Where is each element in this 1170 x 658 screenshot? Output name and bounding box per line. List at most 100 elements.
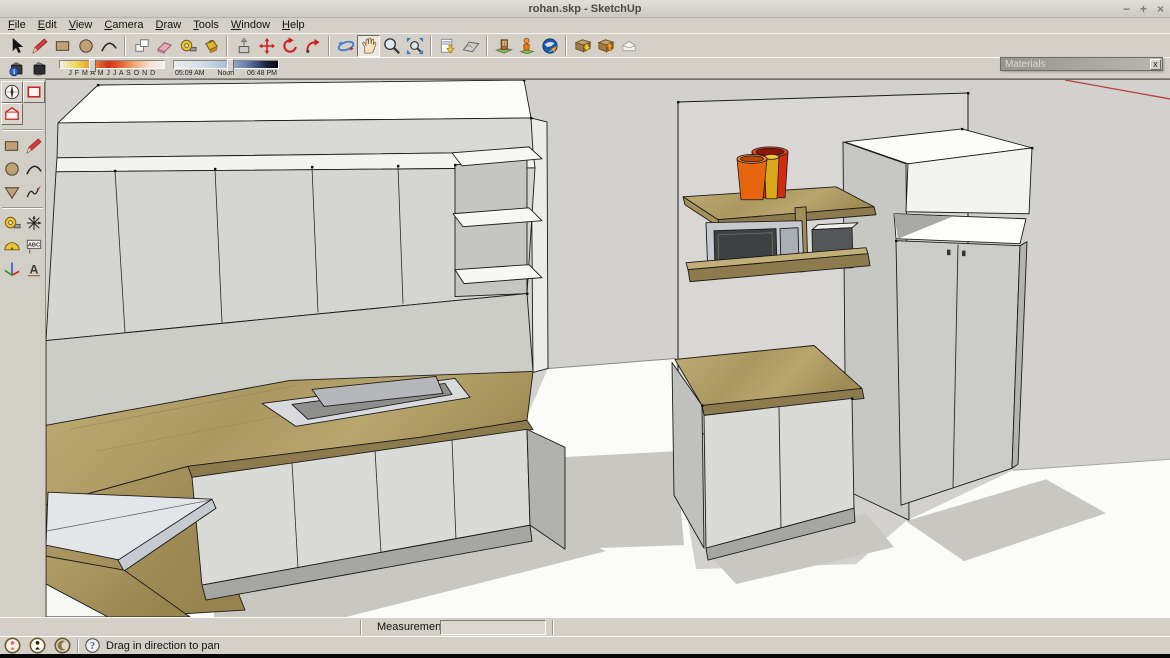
dimension-icon xyxy=(24,213,44,233)
palette-tape-measure-button[interactable] xyxy=(1,212,23,234)
toolbar-separator xyxy=(328,36,330,56)
menu-tools[interactable]: Tools xyxy=(187,18,225,33)
palette-separator xyxy=(2,129,43,131)
add-location-button[interactable] xyxy=(515,35,538,57)
materials-panel-header[interactable]: Materials x xyxy=(1000,57,1163,71)
month-slider-track[interactable] xyxy=(59,60,165,69)
shadow-time-slider-group: 05:09 AM Noon 06:48 PM xyxy=(173,58,279,77)
menu-draw[interactable]: Draw xyxy=(150,18,188,33)
front-view-icon xyxy=(24,82,44,102)
palette-circle-button[interactable] xyxy=(1,158,23,180)
palette-separator xyxy=(2,207,43,209)
svg-text:?: ? xyxy=(90,641,95,652)
building-maker-button[interactable] xyxy=(617,35,640,57)
make-component-button[interactable] xyxy=(130,35,153,57)
move-tool-button[interactable] xyxy=(255,35,278,57)
time-slider-thumb[interactable] xyxy=(227,59,234,72)
zoom-extents-icon xyxy=(405,36,425,56)
palette-freehand-button[interactable] xyxy=(23,181,45,203)
palette-dimension-button[interactable] xyxy=(23,212,45,234)
maximize-button[interactable]: + xyxy=(1140,0,1147,18)
moon-crescent-icon[interactable] xyxy=(54,637,71,654)
palette-arc-button[interactable] xyxy=(23,158,45,180)
vases xyxy=(737,147,788,200)
palette-line-button[interactable] xyxy=(23,135,45,157)
tape-measure-button[interactable] xyxy=(176,35,199,57)
menu-camera[interactable]: Camera xyxy=(98,18,149,33)
zoom-icon xyxy=(382,36,402,56)
zoom-extents-button[interactable] xyxy=(403,35,426,57)
title-bar[interactable]: rohan.skp - SketchUp − + × xyxy=(0,0,1170,18)
line-tool-button[interactable] xyxy=(28,35,51,57)
status-message: Drag in direction to pan xyxy=(100,640,220,652)
palette-polygon-button[interactable] xyxy=(1,181,23,203)
menu-edit[interactable]: Edit xyxy=(32,18,63,33)
google-earth-button[interactable] xyxy=(538,35,561,57)
close-button[interactable]: × xyxy=(1157,0,1164,18)
shadow-toggle-button[interactable] xyxy=(28,58,51,79)
protractor-icon xyxy=(2,236,22,256)
paint-bucket-button[interactable] xyxy=(199,35,222,57)
menu-help[interactable]: Help xyxy=(276,18,311,33)
3d-text-icon: A xyxy=(24,259,44,279)
google-earth-icon xyxy=(540,36,560,56)
toolbar-separator xyxy=(124,36,126,56)
circle-icon xyxy=(76,36,96,56)
arc-tool-button[interactable] xyxy=(97,35,120,57)
front-view-button[interactable] xyxy=(23,81,45,103)
palette-text-button[interactable]: ABC xyxy=(23,235,45,257)
pan-tool-button[interactable] xyxy=(357,35,380,57)
menu-view[interactable]: View xyxy=(63,18,99,33)
palette-rectangle-button[interactable] xyxy=(1,135,23,157)
shadow-month-slider-group: J F M A M J J A S O N D xyxy=(59,58,165,77)
palette-3d-text-button[interactable]: A xyxy=(23,258,45,280)
share-models-button[interactable] xyxy=(594,35,617,57)
measurements-divider xyxy=(360,620,362,635)
move-icon xyxy=(257,36,277,56)
help-icon[interactable]: ? xyxy=(85,638,100,653)
toolbar-separator xyxy=(565,36,567,56)
orange-vase xyxy=(737,154,767,199)
palette-axes-button[interactable] xyxy=(1,258,23,280)
left-kitchen-assembly xyxy=(46,80,565,617)
share-models-icon xyxy=(596,36,616,56)
compass-view-button[interactable] xyxy=(1,81,23,103)
time-start-label: 05:09 AM xyxy=(175,70,205,77)
orbit-tool-button[interactable] xyxy=(334,35,357,57)
shadow-settings-button[interactable]: i xyxy=(5,58,28,79)
offset-tool-button[interactable] xyxy=(301,35,324,57)
location-figure-icon[interactable] xyxy=(4,637,21,654)
shadow-settings-icon: i xyxy=(7,59,26,78)
arc-icon xyxy=(24,159,44,179)
rectangle-icon xyxy=(2,136,22,156)
menu-file[interactable]: File xyxy=(2,18,32,33)
menu-window[interactable]: Window xyxy=(225,18,276,33)
push-pull-button[interactable] xyxy=(232,35,255,57)
pencil-icon xyxy=(24,136,44,156)
viewport-canvas[interactable] xyxy=(46,80,1170,617)
toggle-terrain-button[interactable] xyxy=(459,35,482,57)
materials-close-icon[interactable]: x xyxy=(1150,59,1161,70)
pan-hand-icon xyxy=(359,36,379,56)
get-current-view-button[interactable] xyxy=(436,35,459,57)
rotate-tool-button[interactable] xyxy=(278,35,301,57)
photo-textures-button[interactable] xyxy=(492,35,515,57)
palette-protractor-button[interactable] xyxy=(1,235,23,257)
building-maker-icon xyxy=(619,36,639,56)
get-models-button[interactable] xyxy=(571,35,594,57)
rectangle-tool-button[interactable] xyxy=(51,35,74,57)
toggle-terrain-icon xyxy=(461,36,481,56)
iso-view-button[interactable] xyxy=(1,103,23,125)
compass-icon xyxy=(2,82,22,102)
measurements-input[interactable] xyxy=(440,620,546,635)
measurements-bar: Measurements xyxy=(0,617,1170,636)
month-slider-thumb[interactable] xyxy=(89,59,96,72)
select-tool-button[interactable] xyxy=(5,35,28,57)
eraser-tool-button[interactable] xyxy=(153,35,176,57)
circle-tool-button[interactable] xyxy=(74,35,97,57)
minimize-button[interactable]: − xyxy=(1123,0,1130,18)
zoom-tool-button[interactable] xyxy=(380,35,403,57)
credit-figure-icon[interactable] xyxy=(29,637,46,654)
eraser-icon xyxy=(155,36,175,56)
time-slider-track[interactable] xyxy=(173,60,279,69)
